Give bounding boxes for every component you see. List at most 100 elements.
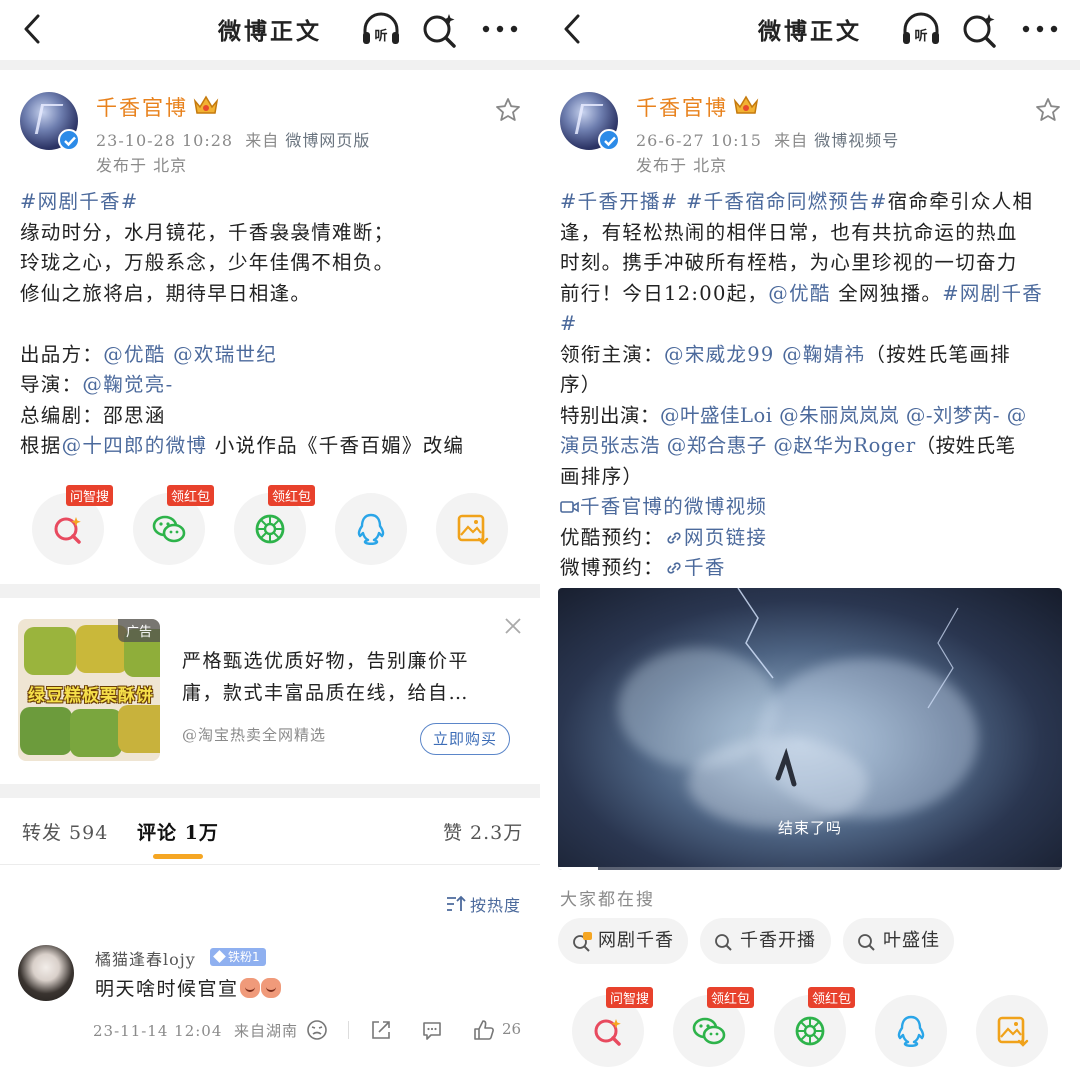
tab-comment[interactable]: 评论 1万 — [137, 818, 219, 845]
post-location: 发布于 北京 — [636, 156, 728, 175]
trending-title: 大家都在搜 — [560, 890, 655, 910]
left-screen: 微博正文 听 千香官博 23-10-28 10:28 来自 微博网页版 发布于 … — [0, 0, 540, 1080]
youku-link[interactable]: @优酷 — [768, 282, 830, 305]
share-ask-search[interactable]: 问智搜 — [32, 485, 114, 565]
link-icon — [667, 531, 681, 544]
video-icon — [560, 501, 579, 513]
post-body: #千香开播# #千香宿命同燃预告#宿命牵引众人相 逢，有轻松热闹的相伴日常，也有… — [560, 187, 1070, 584]
sort-icon[interactable] — [446, 895, 466, 913]
share-qq[interactable] — [875, 995, 947, 1067]
ai-search-icon[interactable] — [420, 10, 460, 50]
web-link[interactable]: 网页链接 — [664, 526, 767, 549]
video-progress[interactable] — [558, 867, 1062, 870]
listen-icon[interactable]: 听 — [360, 10, 402, 48]
favorite-star-icon[interactable] — [1034, 96, 1062, 124]
hashtag-link[interactable]: #网剧千香 — [942, 282, 1043, 305]
sort-by-heat[interactable]: 按热度 — [470, 892, 521, 916]
post-location: 发布于 北京 — [96, 156, 188, 175]
favorite-star-icon[interactable] — [494, 96, 522, 124]
buy-now-button[interactable]: 立即购买 — [420, 723, 510, 755]
ad-text[interactable]: 严格甄选优质好物，告别廉价平 庸，款式丰富品质在线，给自… — [182, 645, 512, 709]
post-line: 时刻。携手冲破所有桎梏，为心里珍视的一切奋力 — [560, 251, 1018, 274]
comment-avatar[interactable] — [18, 945, 74, 1001]
special-actor-links[interactable]: @叶盛佳Loi @朱丽岚岚岚 @-刘梦芮- @ — [660, 404, 1027, 427]
wechat-icon — [152, 515, 186, 543]
share-qq[interactable] — [335, 493, 407, 565]
search-icon — [715, 934, 732, 951]
director-link[interactable]: @鞠觉亮- — [82, 373, 173, 396]
like-icon[interactable] — [473, 1019, 495, 1041]
post-line: 逢，有轻松热闹的相伴日常，也有共抗命运的热血 — [560, 220, 1018, 244]
video-player[interactable]: 结束了吗 — [558, 588, 1062, 870]
verified-icon — [58, 129, 80, 151]
share-badge: 问智搜 — [606, 987, 654, 1008]
wechat-icon — [692, 1017, 726, 1045]
search-icon — [858, 934, 875, 951]
close-icon[interactable] — [504, 617, 522, 635]
tab-underline — [153, 854, 203, 859]
more-icon[interactable] — [480, 14, 520, 44]
hashtag-link[interactable]: #网剧千香# — [20, 187, 530, 218]
share-wechat[interactable]: 领红包 — [133, 485, 215, 565]
divider — [540, 60, 1080, 70]
trending-chip[interactable]: 网剧千香 — [558, 918, 688, 964]
post-line: 修仙之旅将启，期待早日相逢。 — [20, 281, 312, 305]
ad-tag: 广告 — [117, 619, 160, 642]
ad-image[interactable]: 广告 绿豆糕板栗酥饼 — [18, 619, 160, 761]
verified-icon — [598, 129, 620, 151]
post-line: 缘动时分，水月镜花，千香袅袅情难断； — [20, 220, 395, 244]
tab-repost[interactable]: 转发 594 — [22, 818, 108, 845]
share-badge: 领红包 — [268, 485, 316, 506]
ad-source: @淘宝热卖全网精选 — [182, 726, 327, 744]
post-meta: 26-6-27 10:15 来自 微博视频号 — [636, 131, 900, 150]
hashtag-link[interactable]: #千香宿命同燃预告# — [678, 190, 887, 213]
producer-links[interactable]: @优酷 @欢瑞世纪 — [103, 343, 277, 366]
weibo-reserve-link[interactable]: 千香 — [664, 556, 726, 579]
special-actor-links[interactable]: 演员张志浩 @郑合惠子 @赵华为Roger — [560, 434, 916, 457]
share-ask-search[interactable]: 问智搜 — [572, 987, 654, 1067]
svg-text:听: 听 — [914, 28, 927, 44]
author-link[interactable]: @十四郎的微博 — [62, 434, 208, 457]
share-moments[interactable]: 领红包 — [774, 987, 856, 1067]
dislike-face-icon[interactable] — [306, 1019, 328, 1041]
trending-chip[interactable]: 叶盛佳 — [843, 918, 954, 964]
crown-icon — [733, 95, 759, 114]
post-meta: 23-10-28 10:28 来自 微博网页版 — [96, 131, 371, 150]
share-save-image[interactable] — [436, 493, 508, 565]
emoji-icon — [260, 978, 281, 998]
repost-icon[interactable] — [370, 1019, 392, 1041]
nav-bar: 微博正文 听 — [0, 0, 540, 60]
more-icon[interactable] — [1020, 14, 1060, 44]
listen-icon[interactable]: 听 — [900, 10, 942, 48]
post-line: 序） — [560, 373, 602, 396]
ask-search-icon — [54, 517, 81, 544]
author-name[interactable]: 千香官博 — [636, 92, 728, 122]
comment-user[interactable]: 橘猫逢春lojy — [95, 946, 196, 970]
save-image-icon — [457, 514, 489, 545]
moments-icon — [255, 514, 285, 544]
tab-like[interactable]: 赞 2.3万 — [443, 818, 523, 845]
hashtag-link[interactable]: # — [560, 309, 1070, 340]
fan-badge: 铁粉1 — [210, 948, 266, 966]
producer-line: 出品方：@优酷 @欢瑞世纪 — [20, 342, 278, 366]
share-wechat[interactable]: 领红包 — [673, 987, 755, 1067]
qq-icon — [897, 1015, 925, 1047]
share-moments[interactable]: 领红包 — [234, 485, 316, 565]
trending-chip[interactable]: 千香开播 — [700, 918, 831, 964]
video-link[interactable]: 千香官博的微博视频 — [560, 492, 1070, 523]
comment-meta: 23-11-14 12:04 来自湖南 — [93, 1022, 298, 1040]
comment-like-count: 26 — [502, 1020, 522, 1038]
hashtag-link[interactable]: #千香开播# — [560, 190, 678, 213]
author-name[interactable]: 千香官博 — [96, 92, 188, 122]
share-badge: 领红包 — [167, 485, 215, 506]
share-save-image[interactable] — [976, 995, 1048, 1067]
comment-text: 明天啥时候官宣 — [95, 974, 281, 1001]
post-body: #网剧千香# 缘动时分，水月镜花，千香袅袅情难断； 玲珑之心，万般系念，少年佳偶… — [20, 187, 530, 462]
ai-search-icon[interactable] — [960, 10, 1000, 50]
divider — [0, 60, 540, 70]
lead-actor-links[interactable]: @宋威龙99 @鞠婧祎 — [664, 343, 865, 366]
writer-line: 总编剧：邵思涵 — [20, 403, 166, 427]
reply-icon[interactable] — [421, 1019, 443, 1041]
divider — [0, 584, 540, 598]
emoji-icon — [239, 978, 260, 998]
